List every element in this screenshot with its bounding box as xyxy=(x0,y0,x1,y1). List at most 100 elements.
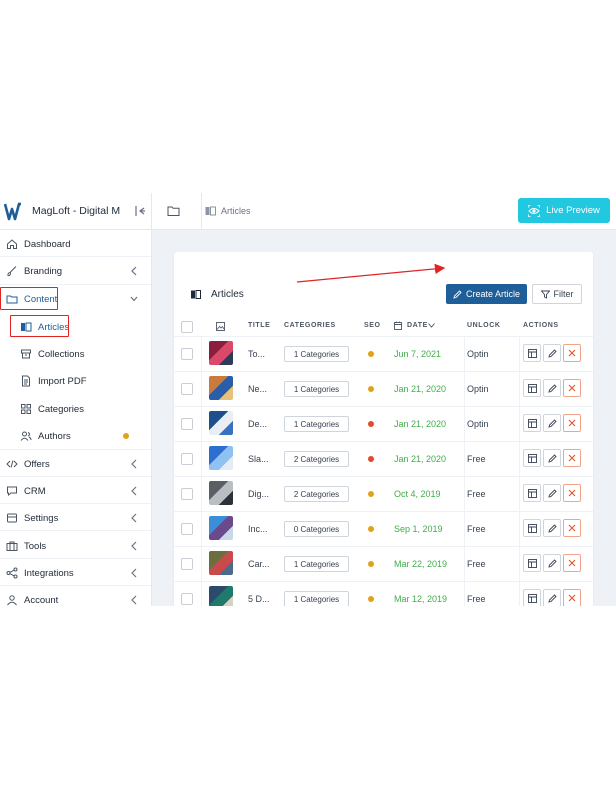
delete-button[interactable] xyxy=(563,344,581,362)
article-title[interactable]: Ne... xyxy=(248,384,267,394)
layout-button[interactable] xyxy=(523,344,541,362)
sidebar-item-integrations[interactable]: Integrations xyxy=(0,563,151,583)
column-header-title[interactable]: TITLE xyxy=(248,322,270,329)
column-header-unlock[interactable]: UNLOCK xyxy=(467,322,501,329)
sidebar-item-tools[interactable]: Tools xyxy=(0,536,151,556)
sidebar-item-settings[interactable]: Settings xyxy=(0,508,151,528)
categories-pill[interactable]: 1 Categories xyxy=(284,381,349,397)
select-all-checkbox[interactable] xyxy=(181,321,193,333)
column-header-date[interactable]: DATE xyxy=(407,322,428,329)
layout-button[interactable] xyxy=(523,484,541,502)
row-checkbox[interactable] xyxy=(181,453,193,465)
sidebar-item-offers[interactable]: Offers xyxy=(0,454,151,474)
column-header-categories[interactable]: CATEGORIES xyxy=(284,322,336,329)
unlock-type: Free xyxy=(467,594,486,604)
divider xyxy=(201,193,202,230)
delete-button[interactable] xyxy=(563,449,581,467)
article-thumbnail[interactable] xyxy=(209,586,233,606)
sidebar-item-branding[interactable]: Branding xyxy=(0,261,151,281)
brush-icon xyxy=(6,265,18,277)
categories-pill[interactable]: 1 Categories xyxy=(284,591,349,606)
table-row[interactable]: 5 D... 1 Categories Mar 12, 2019 Free xyxy=(174,581,593,606)
article-title[interactable]: Inc... xyxy=(248,524,268,534)
article-date: Jan 21, 2020 xyxy=(394,454,447,464)
sidebar-item-account[interactable]: Account xyxy=(0,590,151,606)
delete-button[interactable] xyxy=(563,554,581,572)
article-title[interactable]: Car... xyxy=(248,559,270,569)
edit-button[interactable] xyxy=(543,589,561,606)
collapse-sidebar-icon[interactable] xyxy=(134,205,146,217)
delete-button[interactable] xyxy=(563,589,581,606)
edit-button[interactable] xyxy=(543,379,561,397)
close-icon xyxy=(568,559,576,567)
edit-button[interactable] xyxy=(543,344,561,362)
column-header-seo[interactable]: SEO xyxy=(364,322,381,329)
categories-pill[interactable]: 2 Categories xyxy=(284,451,349,467)
categories-pill[interactable]: 1 Categories xyxy=(284,416,349,432)
table-row[interactable]: Car... 1 Categories Mar 22, 2019 Free xyxy=(174,546,593,581)
table-row[interactable]: To... 1 Categories Jun 7, 2021 Optin xyxy=(174,336,593,371)
article-thumbnail[interactable] xyxy=(209,341,233,365)
article-thumbnail[interactable] xyxy=(209,446,233,470)
row-checkbox[interactable] xyxy=(181,488,193,500)
delete-button[interactable] xyxy=(563,414,581,432)
row-checkbox[interactable] xyxy=(181,558,193,570)
edit-button[interactable] xyxy=(543,519,561,537)
layout-button[interactable] xyxy=(523,414,541,432)
sidebar-item-label: Collections xyxy=(38,348,85,360)
table-row[interactable]: Inc... 0 Categories Sep 1, 2019 Free xyxy=(174,511,593,546)
row-checkbox[interactable] xyxy=(181,593,193,605)
column-header-actions[interactable]: ACTIONS xyxy=(523,322,559,329)
edit-button[interactable] xyxy=(543,449,561,467)
categories-pill[interactable]: 0 Categories xyxy=(284,521,349,537)
layout-icon xyxy=(527,593,537,603)
row-checkbox[interactable] xyxy=(181,418,193,430)
edit-button[interactable] xyxy=(543,414,561,432)
layout-button[interactable] xyxy=(523,589,541,606)
edit-button[interactable] xyxy=(543,484,561,502)
sidebar-item-collections[interactable]: Collections xyxy=(0,344,151,364)
layout-button[interactable] xyxy=(523,379,541,397)
table-row[interactable]: Dig... 2 Categories Oct 4, 2019 Free xyxy=(174,476,593,511)
seo-status-dot xyxy=(368,386,374,392)
article-thumbnail[interactable] xyxy=(209,481,233,505)
sidebar-item-import-pdf[interactable]: Import PDF xyxy=(0,371,151,391)
unlock-type: Free xyxy=(467,489,486,499)
edit-button[interactable] xyxy=(543,554,561,572)
article-title[interactable]: Dig... xyxy=(248,489,269,499)
categories-pill[interactable]: 1 Categories xyxy=(284,556,349,572)
layout-button[interactable] xyxy=(523,519,541,537)
categories-pill[interactable]: 1 Categories xyxy=(284,346,349,362)
delete-button[interactable] xyxy=(563,484,581,502)
sidebar-item-categories[interactable]: Categories xyxy=(0,399,151,419)
categories-pill[interactable]: 2 Categories xyxy=(284,486,349,502)
top-bar: Articles Live Preview xyxy=(152,193,616,230)
eye-icon xyxy=(528,204,540,217)
row-checkbox[interactable] xyxy=(181,348,193,360)
chevron-down-icon[interactable] xyxy=(428,323,435,328)
article-title[interactable]: Sla... xyxy=(248,454,269,464)
layout-button[interactable] xyxy=(523,554,541,572)
article-title[interactable]: To... xyxy=(248,349,265,359)
row-checkbox[interactable] xyxy=(181,523,193,535)
table-row[interactable]: De... 1 Categories Jan 21, 2020 Optin xyxy=(174,406,593,441)
article-thumbnail[interactable] xyxy=(209,411,233,435)
article-thumbnail[interactable] xyxy=(209,376,233,400)
article-thumbnail[interactable] xyxy=(209,551,233,575)
sidebar-item-dashboard[interactable]: Dashboard xyxy=(0,234,151,254)
folder-icon[interactable] xyxy=(167,205,180,217)
breadcrumb[interactable]: Articles xyxy=(221,206,251,216)
delete-button[interactable] xyxy=(563,519,581,537)
close-icon xyxy=(568,524,576,532)
live-preview-button[interactable]: Live Preview xyxy=(518,198,610,223)
chevron-left-icon xyxy=(131,595,137,605)
row-checkbox[interactable] xyxy=(181,383,193,395)
article-thumbnail[interactable] xyxy=(209,516,233,540)
article-title[interactable]: De... xyxy=(248,419,267,429)
article-title[interactable]: 5 D... xyxy=(248,594,270,604)
delete-button[interactable] xyxy=(563,379,581,397)
layout-button[interactable] xyxy=(523,449,541,467)
table-row[interactable]: Ne... 1 Categories Jan 21, 2020 Optin xyxy=(174,371,593,406)
table-row[interactable]: Sla... 2 Categories Jan 21, 2020 Free xyxy=(174,441,593,476)
sidebar-item-crm[interactable]: CRM xyxy=(0,481,151,501)
